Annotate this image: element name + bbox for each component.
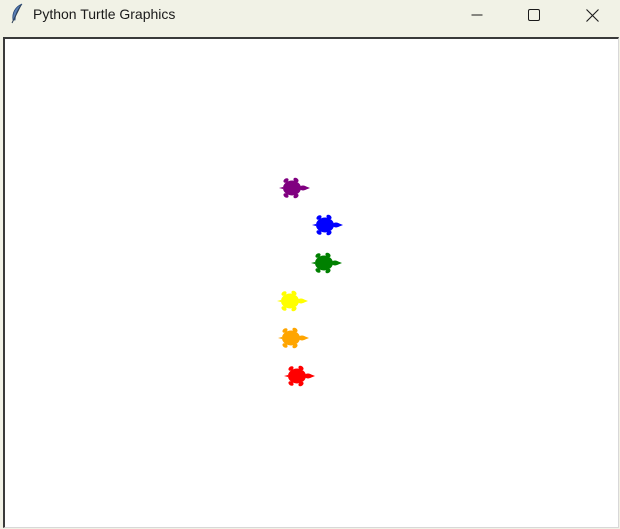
turtle xyxy=(277,288,309,314)
maximize-button[interactable] xyxy=(506,0,562,30)
turtle xyxy=(311,250,343,276)
minimize-icon xyxy=(471,9,483,21)
close-icon xyxy=(585,8,599,22)
turtle xyxy=(279,175,311,201)
turtle-field xyxy=(5,39,618,527)
maximize-icon xyxy=(528,9,540,21)
turtle xyxy=(284,363,316,389)
minimize-button[interactable] xyxy=(449,0,505,30)
turtle xyxy=(278,325,310,351)
feather-icon xyxy=(9,3,25,25)
close-button[interactable] xyxy=(564,0,620,30)
turtle-canvas[interactable] xyxy=(3,37,619,528)
title-bar: Python Turtle Graphics xyxy=(0,0,620,30)
turtle xyxy=(312,212,344,238)
window-title: Python Turtle Graphics xyxy=(33,6,176,22)
